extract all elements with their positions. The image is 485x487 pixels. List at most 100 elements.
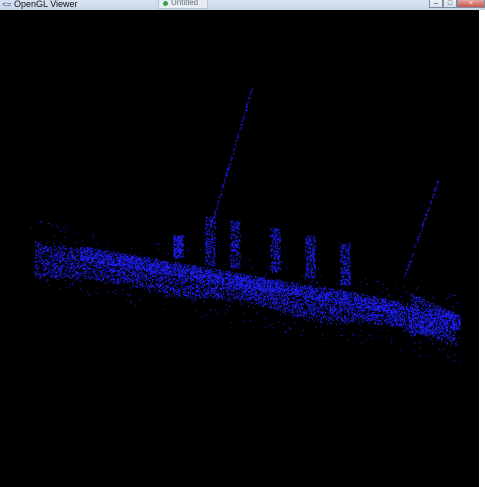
point <box>238 288 240 290</box>
point <box>50 249 52 251</box>
point <box>39 242 40 244</box>
point <box>428 313 430 315</box>
point <box>327 322 329 324</box>
point <box>385 308 386 310</box>
point <box>442 335 444 337</box>
point <box>203 290 205 292</box>
point <box>64 248 66 249</box>
point <box>133 277 134 279</box>
point <box>196 285 198 287</box>
point <box>211 291 213 293</box>
point <box>298 288 300 290</box>
point <box>291 294 293 296</box>
minimize-button[interactable]: – <box>429 0 443 8</box>
point <box>204 289 205 291</box>
point <box>318 300 320 302</box>
point <box>403 321 405 322</box>
opengl-viewport[interactable] <box>0 10 479 487</box>
point <box>402 316 404 318</box>
point <box>355 318 357 320</box>
point <box>452 337 454 339</box>
point <box>118 278 120 280</box>
point <box>439 335 441 337</box>
point <box>425 305 427 307</box>
point <box>256 291 258 292</box>
point <box>93 269 94 271</box>
point <box>336 312 338 314</box>
point <box>40 241 42 243</box>
point <box>227 288 229 290</box>
point <box>190 280 192 282</box>
point <box>306 290 308 292</box>
point <box>327 317 329 319</box>
point <box>390 323 391 325</box>
point <box>394 312 395 314</box>
point <box>379 314 380 316</box>
background-tab[interactable]: Untitled <box>158 0 208 9</box>
point <box>227 300 228 302</box>
point <box>299 304 301 306</box>
point <box>124 274 126 276</box>
point <box>76 249 78 251</box>
point <box>153 275 155 277</box>
point <box>446 342 448 344</box>
title-bar[interactable]: <= OpenGL Viewer Untitled – □ × <box>0 0 485 10</box>
point <box>226 289 228 291</box>
point <box>37 254 39 256</box>
point <box>75 263 77 264</box>
point <box>253 293 255 295</box>
point <box>282 309 284 311</box>
point <box>109 266 111 268</box>
point <box>441 341 443 343</box>
point <box>210 283 212 285</box>
point <box>181 279 183 280</box>
point <box>276 300 278 302</box>
point <box>123 280 125 282</box>
point <box>276 297 277 299</box>
point <box>329 317 331 319</box>
point <box>43 260 45 262</box>
point <box>63 271 65 273</box>
point <box>280 310 281 312</box>
point <box>394 315 396 317</box>
point <box>216 294 218 296</box>
point <box>361 319 363 321</box>
app-icon[interactable]: <= <box>2 1 12 9</box>
point <box>218 296 219 298</box>
point <box>250 292 252 294</box>
point <box>334 295 336 297</box>
point <box>353 298 355 300</box>
point <box>287 308 289 310</box>
point <box>101 276 103 278</box>
point <box>271 295 273 296</box>
point <box>49 265 51 267</box>
point <box>413 309 415 311</box>
point <box>198 276 200 277</box>
point <box>280 307 282 309</box>
point <box>322 311 324 313</box>
point <box>42 247 44 249</box>
maximize-button[interactable]: □ <box>443 0 457 8</box>
point <box>434 334 435 336</box>
point <box>304 313 306 314</box>
point <box>270 306 272 308</box>
point <box>160 291 162 292</box>
point <box>276 294 278 296</box>
point <box>257 286 259 288</box>
point <box>120 271 122 273</box>
close-button[interactable]: × <box>457 0 485 8</box>
point <box>382 314 384 316</box>
point <box>236 295 238 297</box>
point <box>222 290 224 292</box>
point <box>132 266 134 268</box>
point <box>315 303 317 305</box>
point <box>72 274 74 276</box>
point <box>138 270 140 272</box>
point <box>239 299 241 301</box>
point <box>300 305 302 307</box>
point <box>239 289 241 291</box>
point <box>263 298 265 300</box>
point <box>203 285 204 287</box>
point <box>211 283 213 284</box>
point <box>294 301 296 303</box>
